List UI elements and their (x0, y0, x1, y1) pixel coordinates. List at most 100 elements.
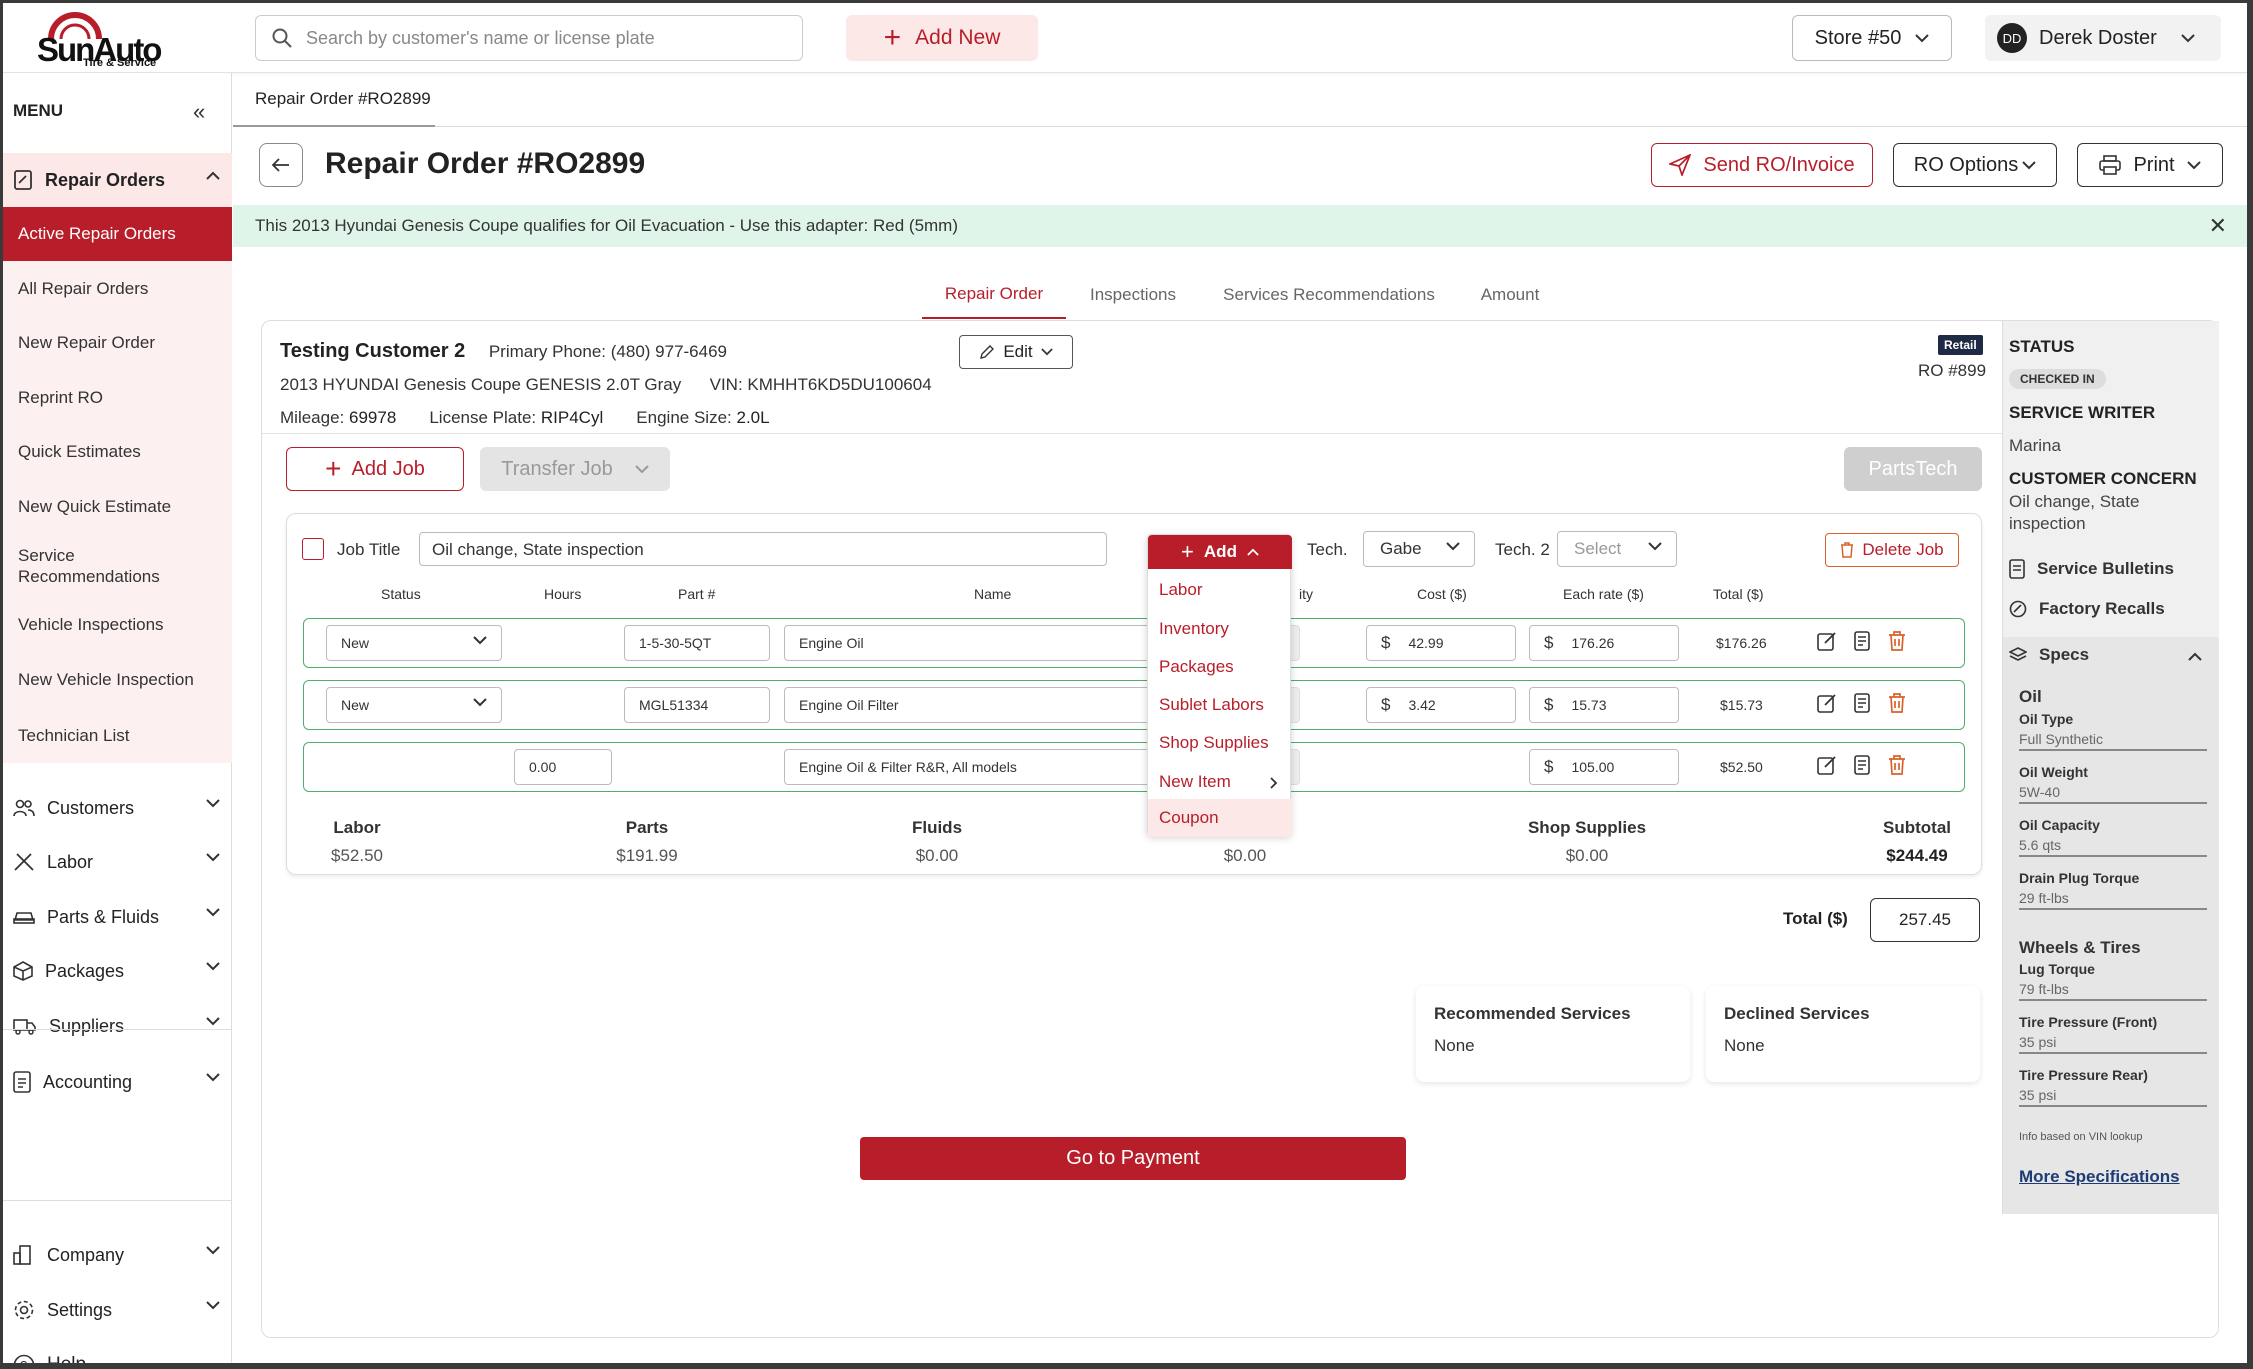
cost-input[interactable]: $42.99 (1366, 625, 1516, 661)
sidebar-item-new-repair-order[interactable]: New Repair Order (3, 316, 232, 370)
menu-item-coupon[interactable]: Coupon (1148, 799, 1292, 837)
tab-services-recommendations[interactable]: Services Recommendations (1211, 271, 1447, 319)
chevron-down-icon (635, 464, 649, 473)
tab-repair-order[interactable]: Repair Order (922, 271, 1066, 319)
menu-item-new-item[interactable]: New Item (1148, 763, 1292, 801)
sidebar-item-reprint-ro[interactable]: Reprint RO (3, 370, 232, 425)
add-new-button[interactable]: + Add New (846, 15, 1038, 61)
part-number-input[interactable]: MGL51334 (624, 687, 770, 723)
sidebar-item-new-quick-estimate[interactable]: New Quick Estimate (3, 479, 232, 534)
sidebar: MENU « Repair Orders Active Repair Order… (3, 73, 232, 1363)
edit-icon[interactable] (1816, 754, 1838, 776)
send-ro-invoice-button[interactable]: Send RO/Invoice (1651, 143, 1873, 187)
edit-icon[interactable] (1816, 692, 1838, 714)
sidebar-item-label: Packages (45, 960, 125, 981)
add-job-button[interactable]: + Add Job (286, 447, 464, 491)
factory-recalls-link[interactable]: Factory Recalls (2009, 599, 2165, 619)
tech2-select[interactable]: Select (1557, 531, 1677, 567)
store-selector[interactable]: Store #50 (1792, 15, 1952, 61)
row-actions (1816, 692, 1908, 714)
customer-type-badge: Retail (1938, 335, 1983, 355)
sidebar-item-customers[interactable]: Customers (3, 781, 232, 835)
status-select[interactable]: New (326, 687, 502, 723)
sidebar-item-labor[interactable]: Labor (3, 835, 232, 889)
sidebar-item-active-repair-orders[interactable]: Active Repair Orders (3, 207, 232, 261)
service-bulletins-link[interactable]: Service Bulletins (2009, 559, 2174, 579)
store-label: Store #50 (1814, 26, 1902, 49)
name-input[interactable]: Engine Oil (784, 625, 1164, 661)
sidebar-item-service-recommendations[interactable]: Service Recommendations (3, 534, 232, 598)
sidebar-item-all-repair-orders[interactable]: All Repair Orders (3, 261, 232, 316)
row-total: $15.73 (1720, 697, 1763, 713)
job-title-input[interactable]: Oil change, State inspection (419, 532, 1107, 566)
summary-label: Labor (333, 818, 381, 837)
spec-oil-capacity: Oil Capacity 5.6 qts (2019, 815, 2207, 857)
customer-name[interactable]: Testing Customer 2 (280, 340, 465, 362)
back-button[interactable] (259, 143, 303, 187)
add-button[interactable]: + Add (1148, 535, 1292, 569)
partstech-button[interactable]: PartsTech (1844, 447, 1982, 491)
sidebar-item-repair-orders[interactable]: Repair Orders (3, 153, 232, 207)
trash-icon[interactable] (1886, 754, 1908, 776)
sidebar-item-accounting[interactable]: Accounting (3, 1055, 232, 1109)
notes-icon[interactable] (1851, 630, 1873, 652)
go-to-payment-button[interactable]: Go to Payment (860, 1137, 1406, 1180)
sunauto-logo[interactable]: SunAuto Tire & Service (33, 11, 163, 69)
col-each-rate: Each rate ($) (1563, 586, 1644, 602)
hours-input[interactable]: 0.00 (514, 749, 612, 785)
edit-icon[interactable] (1816, 630, 1838, 652)
menu-item-inventory[interactable]: Inventory (1148, 610, 1292, 648)
job-checkbox[interactable] (302, 538, 324, 560)
breadcrumb-tab[interactable]: Repair Order #RO2899 (255, 89, 431, 109)
transfer-job-button[interactable]: Transfer Job (480, 447, 670, 491)
sidebar-item-quick-estimates[interactable]: Quick Estimates (3, 425, 232, 479)
tech-select[interactable]: Gabe (1363, 531, 1475, 567)
sidebar-item-settings[interactable]: Settings (3, 1283, 232, 1337)
user-menu[interactable]: DD Derek Doster (1985, 15, 2221, 61)
tab-inspections[interactable]: Inspections (1078, 271, 1188, 319)
delete-job-button[interactable]: Delete Job (1825, 533, 1959, 567)
name-input[interactable]: Engine Oil Filter (784, 687, 1164, 723)
status-select[interactable]: New (326, 625, 502, 661)
menu-item-shop-supplies[interactable]: Shop Supplies (1148, 724, 1292, 762)
sidebar-item-parts-fluids[interactable]: Parts & Fluids (3, 890, 232, 944)
print-button[interactable]: Print (2077, 143, 2223, 187)
chevron-up-icon (1247, 548, 1259, 556)
collapse-sidebar-icon[interactable]: « (193, 99, 205, 125)
sidebar-item-suppliers[interactable]: Suppliers (3, 999, 232, 1053)
sidebar-item-packages[interactable]: Packages (3, 944, 232, 998)
menu-item-labor[interactable]: Labor (1148, 571, 1292, 609)
edit-customer-button[interactable]: Edit (959, 335, 1073, 369)
sidebar-item-vehicle-inspections[interactable]: Vehicle Inspections (3, 598, 232, 652)
search-input[interactable]: Search by customer's name or license pla… (255, 15, 803, 61)
notes-icon[interactable] (1851, 692, 1873, 714)
rate-input[interactable]: $176.26 (1529, 625, 1679, 661)
menu-item-packages[interactable]: Packages (1148, 648, 1292, 686)
sidebar-item-technician-list[interactable]: Technician List (3, 708, 232, 763)
specs-toggle[interactable]: Specs (2009, 645, 2089, 665)
trash-icon[interactable] (1886, 692, 1908, 714)
table-row: New 1-5-30-5QT Engine Oil $42.99 $176.26… (303, 618, 1965, 668)
trash-icon[interactable] (1886, 630, 1908, 652)
notes-icon[interactable] (1851, 754, 1873, 776)
rate-input[interactable]: $15.73 (1529, 687, 1679, 723)
sidebar-item-help[interactable]: ? Help (3, 1338, 232, 1363)
name-input[interactable]: Engine Oil & Filter R&R, All models (784, 749, 1164, 785)
cost-input[interactable]: $3.42 (1366, 687, 1516, 723)
service-bulletins-label: Service Bulletins (2037, 559, 2175, 578)
sidebar-item-new-vehicle-inspection[interactable]: New Vehicle Inspection (3, 652, 232, 708)
chevron-down-icon (2181, 33, 2195, 42)
tab-amount[interactable]: Amount (1470, 271, 1550, 319)
ro-options-button[interactable]: RO Options (1893, 143, 2057, 187)
chevron-down-icon (206, 908, 220, 917)
part-number-input[interactable]: 1-5-30-5QT (624, 625, 770, 661)
sidebar-item-company[interactable]: Company (3, 1228, 232, 1282)
menu-item-sublet-labors[interactable]: Sublet Labors (1148, 686, 1292, 724)
more-specifications-link[interactable]: More Specifications (2019, 1167, 2180, 1187)
status-badge: CHECKED IN (2009, 369, 2106, 389)
close-icon[interactable]: ✕ (2209, 213, 2227, 239)
divider (3, 1200, 232, 1201)
chevron-up-icon[interactable] (2188, 652, 2202, 661)
rate-input[interactable]: $105.00 (1529, 749, 1679, 785)
sidebar-item-label: Repair Orders (45, 169, 166, 190)
